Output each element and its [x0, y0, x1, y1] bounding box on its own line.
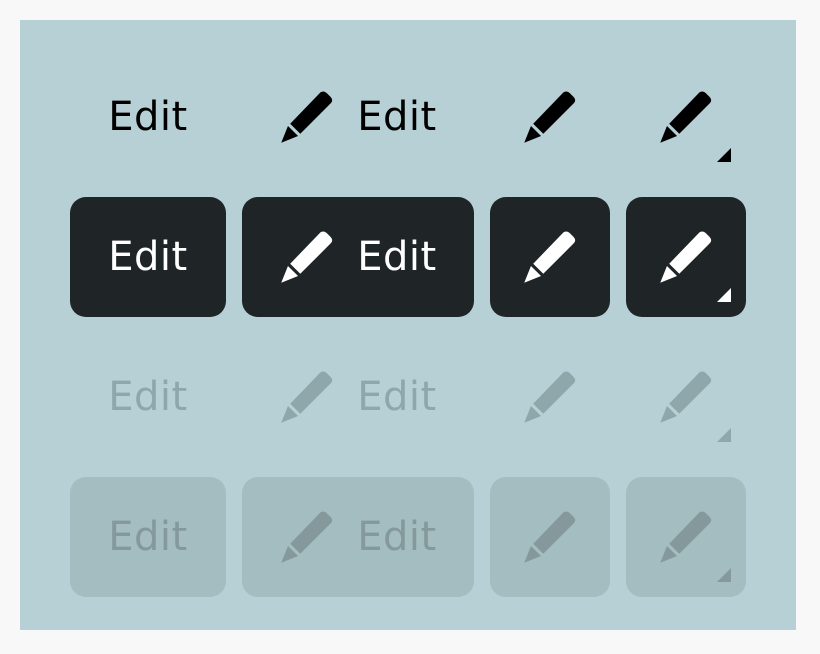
edit-label: Edit — [108, 374, 188, 420]
edit-label: Edit — [357, 234, 437, 280]
edit-button-quiet-disabled-icon-only — [490, 337, 610, 457]
pencil-icon — [660, 231, 712, 283]
pencil-icon — [524, 511, 576, 563]
edit-button-solid-disabled-icon-hold — [626, 477, 746, 597]
corner-triangle-icon — [717, 288, 731, 302]
edit-button-solid-disabled-text: Edit — [70, 477, 226, 597]
edit-button-quiet-disabled-icon-text: Edit — [242, 337, 474, 457]
edit-button-solid-icon-hold[interactable] — [626, 197, 746, 317]
corner-triangle-icon — [717, 568, 731, 582]
edit-button-solid-disabled-icon-text: Edit — [242, 477, 474, 597]
pencil-icon — [660, 371, 712, 423]
edit-button-quiet-text[interactable]: Edit — [70, 57, 226, 177]
corner-triangle-icon — [717, 428, 731, 442]
edit-label: Edit — [108, 94, 188, 140]
corner-triangle-icon — [717, 148, 731, 162]
edit-label: Edit — [357, 94, 437, 140]
edit-button-solid-text[interactable]: Edit — [70, 197, 226, 317]
edit-button-quiet-icon-text[interactable]: Edit — [242, 57, 474, 177]
pencil-icon — [660, 91, 712, 143]
pencil-icon — [660, 511, 712, 563]
pencil-icon — [281, 91, 333, 143]
edit-button-quiet-disabled-icon-hold — [626, 337, 746, 457]
edit-label: Edit — [108, 514, 188, 560]
pencil-icon — [281, 371, 333, 423]
edit-label: Edit — [357, 514, 437, 560]
edit-label: Edit — [357, 374, 437, 420]
edit-button-quiet-icon-only[interactable] — [490, 57, 610, 177]
pencil-icon — [524, 231, 576, 283]
edit-button-solid-disabled-icon-only — [490, 477, 610, 597]
edit-button-quiet-disabled-text: Edit — [70, 337, 226, 457]
edit-button-solid-icon-only[interactable] — [490, 197, 610, 317]
edit-label: Edit — [108, 234, 188, 280]
pencil-icon — [281, 231, 333, 283]
pencil-icon — [281, 511, 333, 563]
edit-button-solid-icon-text[interactable]: Edit — [242, 197, 474, 317]
pencil-icon — [524, 91, 576, 143]
edit-button-quiet-icon-hold[interactable] — [626, 57, 746, 177]
pencil-icon — [524, 371, 576, 423]
